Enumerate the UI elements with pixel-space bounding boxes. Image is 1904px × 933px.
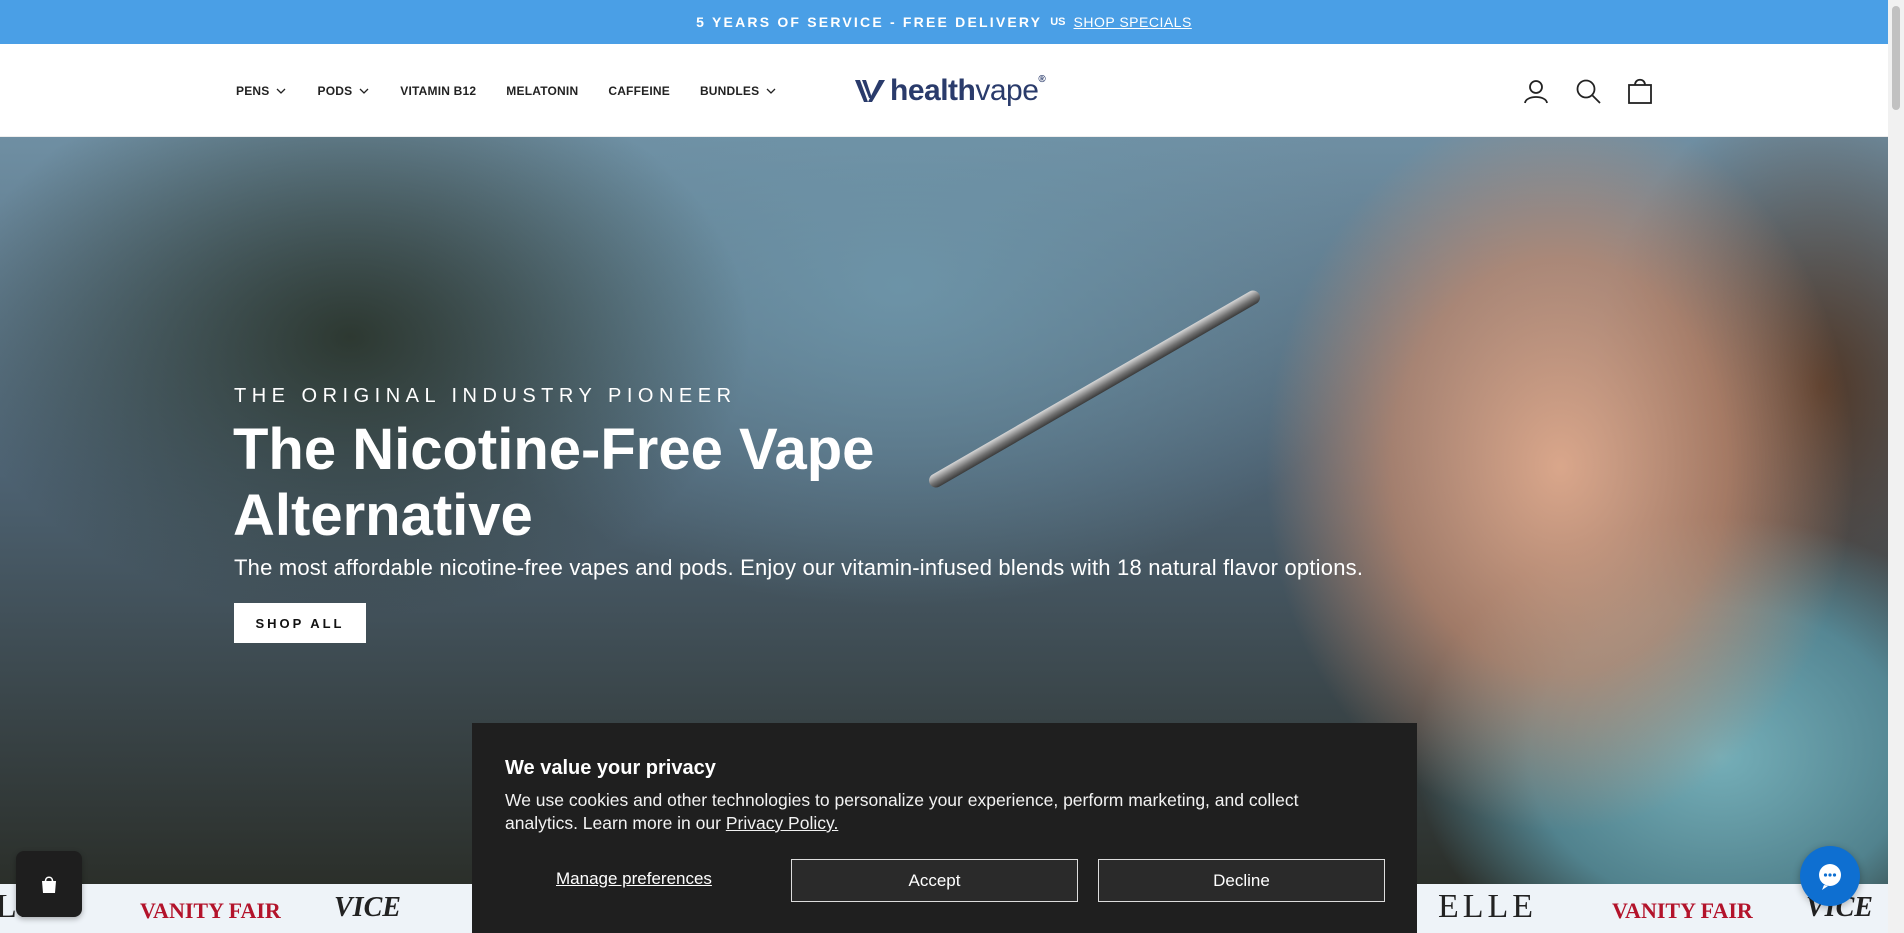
cookie-title: We value your privacy [505, 757, 716, 779]
hero-image-vape-pen [926, 287, 1263, 491]
shop-all-button[interactable]: SHOP ALL [234, 603, 366, 643]
nav-item-melatonin[interactable]: MELATONIN [506, 84, 578, 98]
chevron-down-icon [277, 88, 286, 94]
decline-button[interactable]: Decline [1098, 859, 1385, 902]
logo-mark-icon [855, 80, 885, 102]
search-icon[interactable] [1574, 77, 1602, 105]
hero-eyebrow: THE ORIGINAL INDUSTRY PIONEER [234, 385, 737, 407]
press-logo-vanity-fair: VANITY FAIR [1612, 898, 1753, 923]
accept-button[interactable]: Accept [791, 859, 1078, 902]
healthvape-logo[interactable]: healthvape® [854, 74, 1046, 108]
cookie-consent-banner: We value your privacy We use cookies and… [472, 723, 1417, 933]
announcement-text: 5 YEARS OF SERVICE - FREE DELIVERY [696, 14, 1043, 30]
announcement-bar: 5 YEARS OF SERVICE - FREE DELIVERY US SH… [0, 0, 1888, 44]
account-icon[interactable] [1522, 77, 1550, 105]
hero-title: The Nicotine-Free Vape Alternative [233, 417, 875, 548]
nav-item-bundles[interactable]: BUNDLES [700, 84, 777, 98]
chat-bubble-icon [1819, 864, 1841, 890]
site-header: PENS PODS VITAMIN B12 MELATONIN CAFFEINE… [0, 44, 1888, 137]
press-logo-elle: ELLE [1438, 888, 1538, 925]
nav-item-label: MELATONIN [506, 83, 579, 98]
nav-item-label: CAFFEINE [608, 83, 670, 98]
press-logo-vanity-fair: VANITY FAIR [140, 898, 281, 923]
us-flag-icon: US [1050, 16, 1066, 28]
page-scrollbar[interactable] [1888, 0, 1904, 933]
shopping-bag-icon [42, 876, 56, 893]
cookie-message: We use cookies and other technologies to… [505, 790, 1299, 833]
nav-item-pods[interactable]: PODS [317, 84, 370, 98]
main-nav: PENS PODS VITAMIN B12 MELATONIN CAFFEINE… [236, 44, 807, 137]
nav-item-label: BUNDLES [699, 83, 760, 98]
logo-wordmark: healthvape® [890, 74, 1046, 107]
privacy-policy-link[interactable]: Privacy Policy. [726, 813, 838, 833]
nav-item-label: PENS [236, 83, 270, 98]
shop-app-button[interactable] [16, 851, 82, 917]
nav-item-label: PODS [317, 83, 353, 98]
manage-preferences-link[interactable]: Manage preferences [556, 869, 712, 889]
header-actions [1522, 77, 1678, 105]
chevron-down-icon [766, 88, 776, 94]
cart-icon[interactable] [1626, 77, 1654, 105]
nav-item-caffeine[interactable]: CAFFEINE [608, 84, 670, 98]
press-logo-vice: VICE [334, 892, 401, 923]
chevron-down-icon [359, 88, 369, 94]
nav-item-label: VITAMIN B12 [400, 83, 477, 98]
hero-subtitle: The most affordable nicotine-free vapes … [234, 555, 1364, 580]
nav-item-pens[interactable]: PENS [236, 84, 287, 98]
nav-item-vitamin-b12[interactable]: VITAMIN B12 [400, 84, 476, 98]
chat-widget-button[interactable] [1800, 846, 1860, 906]
scrollbar-thumb[interactable] [1892, 6, 1900, 110]
shop-specials-link[interactable]: SHOP SPECIALS [1074, 14, 1192, 30]
